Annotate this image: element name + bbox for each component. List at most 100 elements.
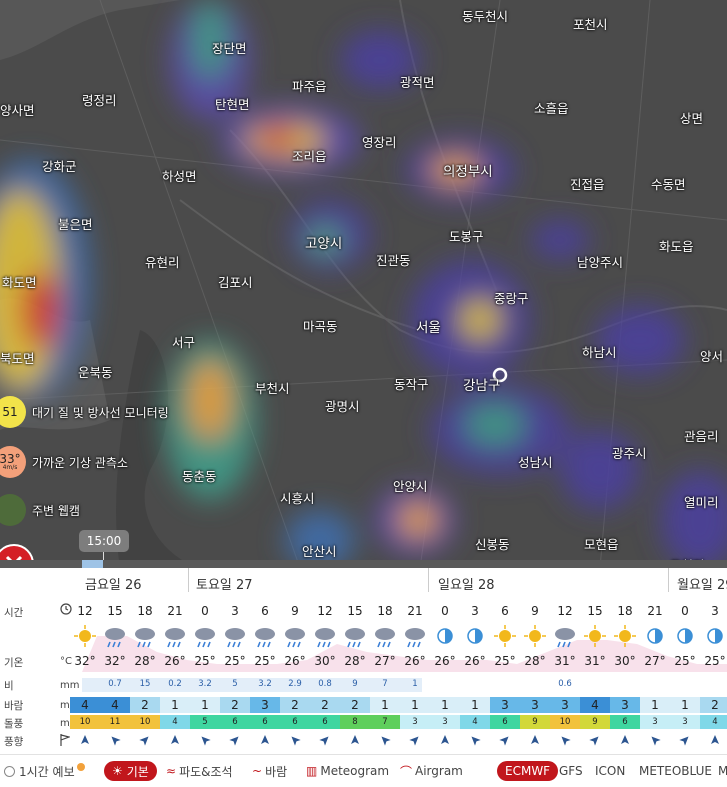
radio-icon [4,765,15,777]
hour-cell: 0 [441,604,449,618]
map-label-12: 조리읍 [292,149,327,164]
model-ecmwf[interactable]: ECMWF [497,761,559,781]
gust-cell: 4 [160,715,190,729]
temperature-cell: 28° [524,654,546,668]
wind-direction-arrow-icon [670,734,700,749]
timeline-progress [82,560,103,568]
temperature-cell: 25° [494,654,516,668]
basic-icon: ☀ [112,764,123,778]
hour-cell: 18 [617,604,633,618]
sun-icon [671,622,699,650]
map-label-38: 광명시 [325,399,360,414]
moon-icon [641,622,669,650]
day-separator [188,568,189,592]
temperature-cell: 26° [284,654,306,668]
gust-cell: 6 [280,715,310,729]
sun-icon [581,622,609,650]
hour-cell: 6 [501,604,509,618]
temperature-cell: 25° [254,654,276,668]
model-meteoblue[interactable]: METEOBLUE [639,761,712,781]
gust-cell: 10 [70,715,100,729]
map-label-36: 동작구 [394,377,429,392]
wind-direction-arrow-icon [160,734,190,749]
wind-direction-arrow-icon [250,734,280,749]
tab-basic[interactable]: ☀ 기본 [104,761,157,781]
air-quality-button[interactable]: 51 대기 질 및 방사선 모니터링 [0,396,169,428]
rain-cloud-icon [251,622,279,650]
gust-cell: 8 [340,715,370,729]
rain-cell: 0.6 [558,679,572,689]
wind-cell: 1 [670,697,700,713]
hour-cell: 3 [471,604,479,618]
model-icon[interactable]: ICON [595,761,625,781]
model-gfs[interactable]: GFS [559,761,583,781]
weather-station-button[interactable]: 33° 4m/s 가까운 기상 관측소 [0,446,128,478]
wind-cell: 4 [100,697,130,713]
sun-icon [491,622,519,650]
map-label-10: 양사면 [0,103,35,118]
wind-cell: 2 [280,697,310,713]
wind-cell: 4 [70,697,100,713]
wind-direction-arrow-icon [550,734,580,749]
row-label-direction: 풍향 [4,736,24,748]
day-header-2: 토요일 27 [196,578,253,593]
gust-cell: 4 [700,715,727,729]
air-quality-label: 대기 질 및 방사선 모니터링 [32,405,169,420]
map-label-23: 진관동 [376,253,411,268]
model-mb[interactable]: MB [718,761,727,781]
map-label-31: 하남시 [582,345,617,360]
map-label-34: 양서 [700,349,724,364]
premium-badge-icon [76,763,85,771]
tab-airgram[interactable]: ⌒ Airgram [400,761,463,781]
map-label-25: 남양주시 [577,255,624,270]
hour-cell: 9 [531,604,539,618]
map-label-37: 강남구 [463,378,501,394]
moon-icon [281,622,309,650]
wind-cell: 1 [460,697,490,713]
hour-cell: 6 [261,604,269,618]
hour-cell: 0 [681,604,689,618]
rain-cell: 3.2 [258,679,272,689]
wind-direction-arrow-icon [610,734,640,749]
temperature-cell: 27° [644,654,666,668]
temperature-cell: 25° [674,654,696,668]
temperature-cell: 32° [104,654,126,668]
day-separator [668,568,669,592]
wind-cell: 1 [400,697,430,713]
day-header-3: 일요일 28 [438,578,495,593]
sun-icon [611,622,639,650]
wind-direction-arrow-icon [190,734,220,749]
sun-icon [461,622,489,650]
current-time-marker[interactable]: 15:00 [79,530,129,552]
hour-cell: 12 [77,604,93,618]
webcam-thumbnail [0,494,26,526]
tab-waves[interactable]: ≈ 파도&조석 [166,761,233,781]
airgram-icon: ⌒ [400,764,413,779]
map-label-20: 도봉구 [449,229,484,244]
hourly-forecast-toggle[interactable]: 1시간 예보 [4,761,85,781]
weather-radar-map[interactable]: 동두천시 포천시 장단면 파주읍 광적면 령정리 탄현면 소흘읍 상면 양사면 영장리 조리읍 의정부시… [0,0,727,568]
wind-direction-arrow-icon [700,734,727,749]
wind-cell: 2 [700,697,727,713]
row-label-time: 시간 [4,607,24,619]
sun-icon [701,622,727,650]
temperature-cell: 26° [464,654,486,668]
gust-cell: 11 [100,715,130,729]
rain-cloud-icon [131,622,159,650]
gust-cell: 7 [370,715,400,729]
wind-cell: 2 [220,697,250,713]
webcam-label: 주변 웹캠 [32,503,80,518]
tab-wind[interactable]: ~ 바람 [252,761,287,781]
waves-icon: ≈ [166,764,177,778]
timeline-scrollbar[interactable] [0,560,727,568]
webcam-button[interactable]: 주변 웹캠 [0,494,80,526]
wind-cell: 1 [160,697,190,713]
map-label-39: 관음리 [684,429,719,444]
map-label-24: 김포시 [218,275,253,290]
map-label-4: 파주읍 [292,79,327,94]
map-label-35: 부천시 [255,381,290,396]
wind-cell: 2 [310,697,340,713]
wind-cell: 1 [190,697,220,713]
map-label-1: 동두천시 [462,9,509,24]
tab-meteogram[interactable]: ▥ Meteogram [306,761,389,781]
